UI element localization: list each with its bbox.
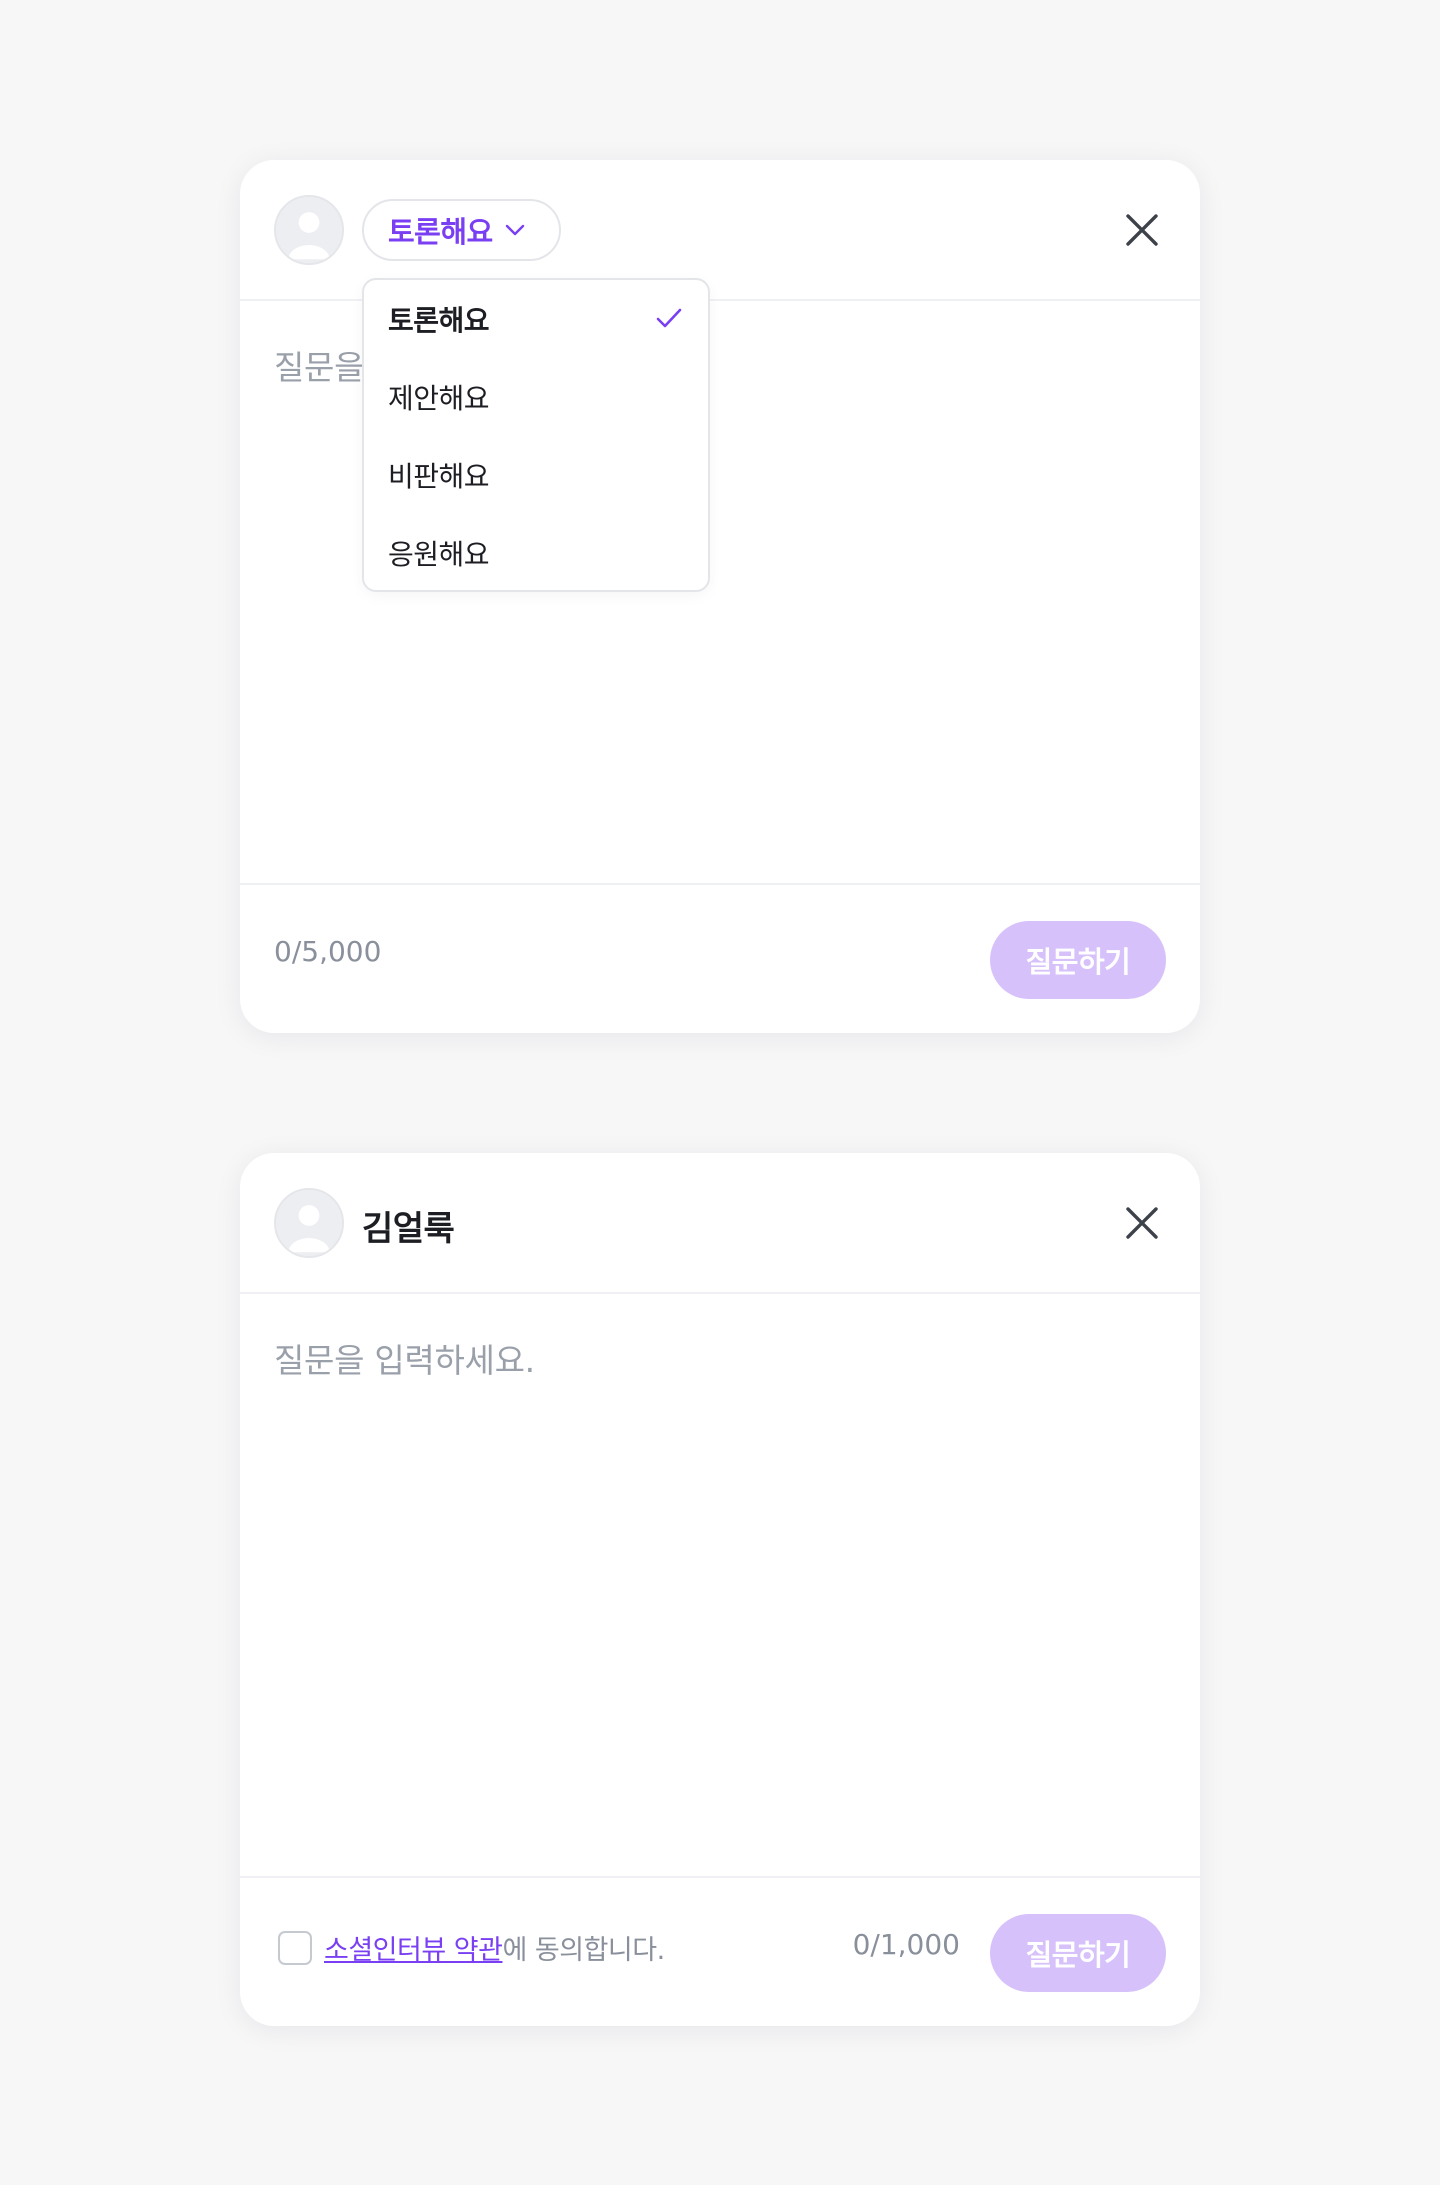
user-avatar-icon [276, 1190, 342, 1256]
card-footer: 소셜인터뷰 약관 에 동의합니다. 0/1,000 질문하기 [240, 1876, 1200, 2026]
topic-option-label: 응원해요 [388, 538, 490, 571]
topic-option-label: 제안해요 [388, 382, 490, 415]
topic-option-cheer[interactable]: 응원해요 [364, 514, 708, 592]
terms-agreement: 소셜인터뷰 약관 에 동의합니다. [278, 1928, 665, 1967]
username: 김얼룩 [362, 1209, 455, 1249]
terms-agree-text: 에 동의합니다. [502, 1935, 665, 1966]
close-icon [1126, 214, 1158, 246]
topic-option-suggest[interactable]: 제안해요 [364, 358, 708, 436]
question-placeholder: 질문을 입력하세요. [274, 1341, 535, 1380]
avatar [274, 195, 344, 265]
topic-select-button[interactable]: 토론해요 [362, 199, 561, 261]
card-header: 김얼룩 [240, 1153, 1200, 1294]
chevron-down-icon [505, 224, 524, 236]
terms-checkbox[interactable] [278, 1930, 312, 1965]
close-button[interactable] [1118, 206, 1166, 254]
close-button[interactable] [1118, 1199, 1166, 1247]
topic-option-discuss[interactable]: 토론해요 [364, 280, 708, 358]
card-footer: 0/5,000 질문하기 [240, 883, 1200, 1033]
char-counter: 0/1,000 [852, 1928, 960, 1961]
topic-option-criticize[interactable]: 비판해요 [364, 436, 708, 514]
question-card-user: 김얼룩 질문을 입력하세요. 소셜인터뷰 약관 에 동의합니다. 0/1,000… [240, 1153, 1200, 2026]
submit-question-button[interactable]: 질문하기 [990, 1914, 1166, 1992]
topic-select-label: 토론해요 [388, 215, 493, 249]
user-avatar-icon [276, 197, 342, 263]
avatar [274, 1188, 344, 1258]
topic-dropdown-menu: 토론해요 제안해요 비판해요 응원해요 [362, 278, 710, 592]
char-counter: 0/5,000 [274, 935, 382, 968]
submit-question-button[interactable]: 질문하기 [990, 921, 1166, 999]
terms-link[interactable]: 소셜인터뷰 약관 [324, 1928, 503, 1967]
close-icon [1126, 1207, 1158, 1239]
check-icon [656, 308, 682, 328]
question-card-topic: 토론해요 질문을 입력하세요. 0/5,000 질문하기 토론해요 제안해요 [240, 160, 1200, 1033]
topic-option-label: 토론해요 [388, 304, 490, 337]
topic-option-label: 비판해요 [388, 460, 490, 493]
question-textarea[interactable]: 질문을 입력하세요. [240, 1294, 1200, 1876]
